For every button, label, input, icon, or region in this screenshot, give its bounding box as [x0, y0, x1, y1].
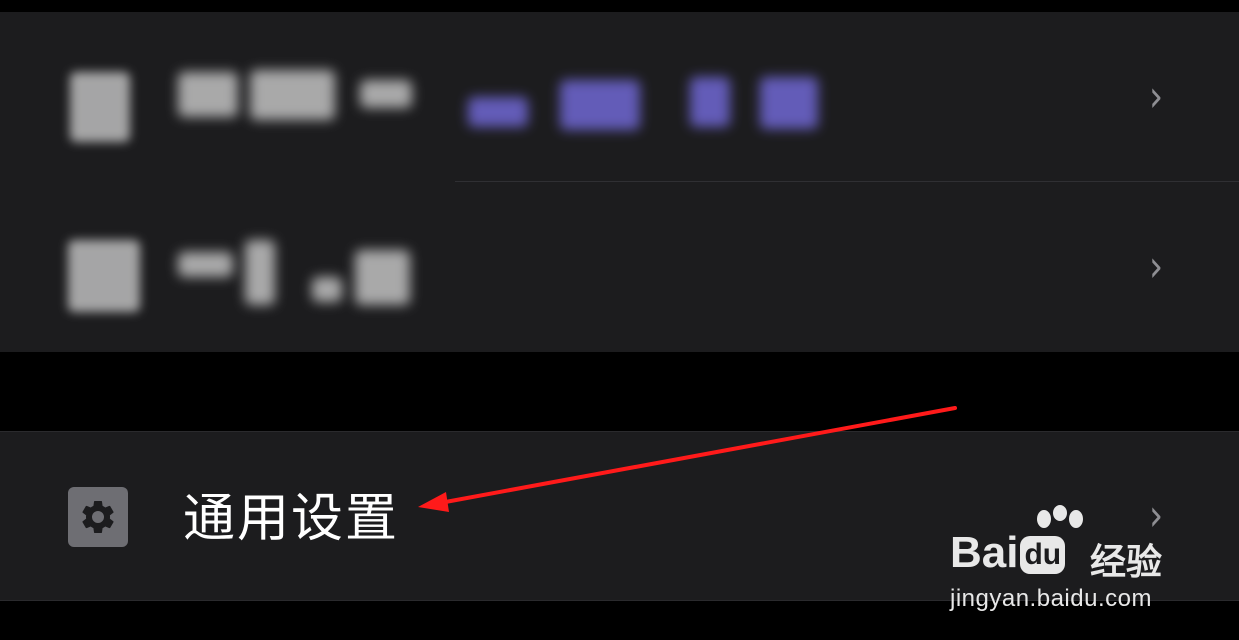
redacted-text — [760, 77, 818, 129]
redacted-text — [360, 80, 412, 108]
watermark-brand-du: du — [1020, 536, 1066, 575]
settings-group-top: › › — [0, 12, 1239, 352]
gear-icon — [68, 487, 128, 547]
redacted-text — [178, 72, 238, 117]
row-icon-redacted — [70, 72, 130, 142]
chevron-right-icon: › — [1148, 71, 1164, 122]
watermark-url: jingyan.baidu.com — [950, 585, 1152, 612]
watermark-brand-suffix: 经验 — [1090, 542, 1163, 583]
watermark-brand: Bai du — [950, 527, 1067, 579]
watermark-brand-prefix: Bai — [950, 528, 1019, 577]
redacted-text — [250, 70, 335, 120]
settings-row-redacted-1[interactable]: › — [0, 12, 1239, 182]
settings-row-redacted-2[interactable]: › — [0, 182, 1239, 352]
redacted-text — [355, 250, 410, 305]
chevron-right-icon: › — [1148, 241, 1164, 292]
row-icon-redacted — [68, 240, 140, 312]
redacted-text — [468, 97, 528, 127]
redacted-text — [690, 77, 730, 127]
redacted-text — [178, 252, 233, 277]
general-settings-label: 通用设置 — [183, 489, 400, 549]
baidu-jingyan-watermark: Bai du 经验 jingyan.baidu.com — [950, 505, 1190, 615]
redacted-text — [245, 240, 275, 305]
redacted-text — [560, 80, 640, 130]
redacted-text — [312, 277, 342, 302]
